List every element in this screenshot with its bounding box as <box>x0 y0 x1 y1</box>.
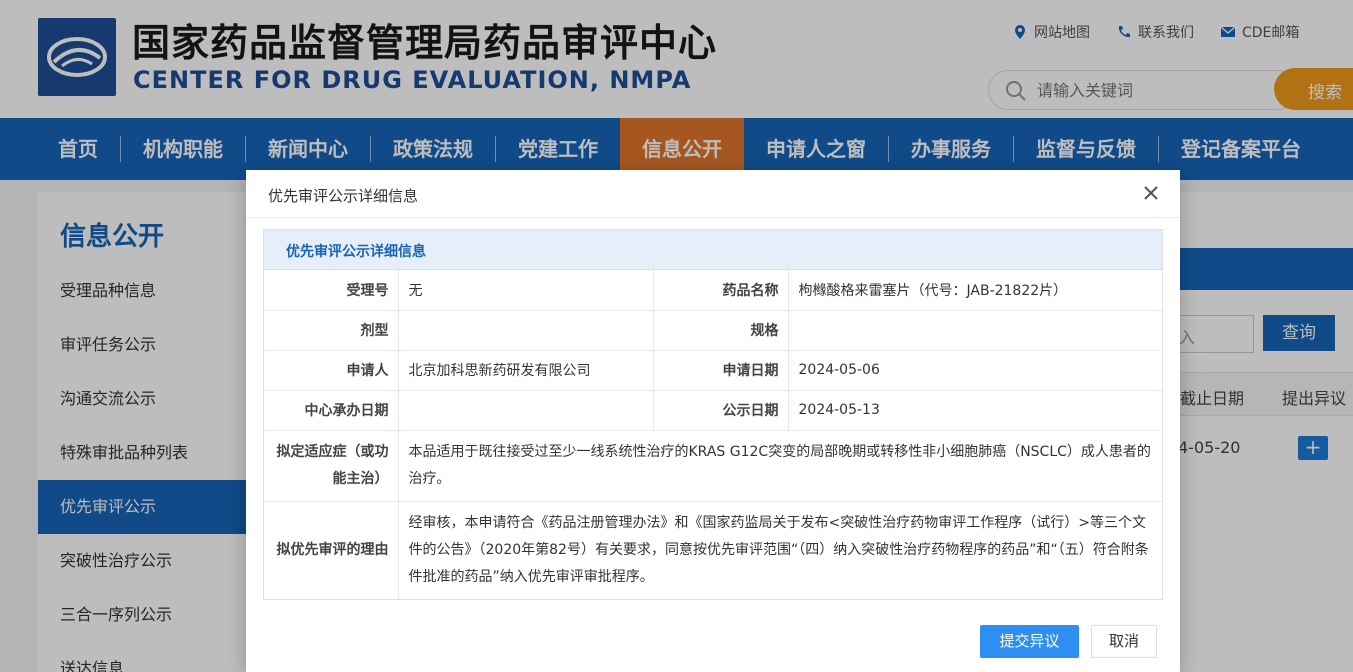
indication-value: 本品适用于既往接受过至少一线系统性治疗的KRAS G12C突变的局部晚期或转移性… <box>398 430 1162 502</box>
reason-value: 经审核，本申请符合《药品注册管理办法》和《国家药监局关于发布<突破性治疗药物审评… <box>408 514 1149 585</box>
dosage-value <box>398 310 654 351</box>
table-row: 拟定适应症（或功能主治） 本品适用于既往接受过至少一线系统性治疗的KRAS G1… <box>264 430 1162 502</box>
public-date-value: 2024-05-13 <box>788 390 1162 431</box>
indication-label: 拟定适应症（或功能主治） <box>264 430 399 502</box>
dialog-header: 优先审评公示详细信息 <box>246 170 1180 218</box>
spec-label: 规格 <box>653 310 789 351</box>
detail-panel: 优先审评公示详细信息 受理号 无 药品名称 枸橼酸格来雷塞片（代号：JAB-21… <box>263 229 1163 600</box>
apply-date-value: 2024-05-06 <box>788 350 1162 391</box>
drug-name-value: 枸橼酸格来雷塞片（代号：JAB-21822片） <box>788 270 1162 311</box>
reason-label: 拟优先审评的理由 <box>264 501 399 599</box>
close-icon[interactable] <box>1140 182 1162 204</box>
table-row: 剂型 规格 <box>264 310 1162 351</box>
cancel-button[interactable]: 取消 <box>1091 625 1157 658</box>
detail-section-title: 优先审评公示详细信息 <box>264 230 1162 270</box>
apply-date-label: 申请日期 <box>653 350 789 391</box>
table-row: 受理号 无 药品名称 枸橼酸格来雷塞片（代号：JAB-21822片） <box>264 270 1162 311</box>
submit-objection-button[interactable]: 提交异议 <box>980 625 1079 658</box>
dialog-title: 优先审评公示详细信息 <box>268 187 419 205</box>
dosage-label: 剂型 <box>264 310 399 351</box>
center-date-label: 中心承办日期 <box>264 390 399 431</box>
center-date-value <box>398 390 654 431</box>
table-row: 申请人 北京加科思新药研发有限公司 申请日期 2024-05-06 <box>264 350 1162 391</box>
accept-no-value: 无 <box>398 270 654 311</box>
public-date-label: 公示日期 <box>653 390 789 431</box>
table-row: 拟优先审评的理由 经审核，本申请符合《药品注册管理办法》和《国家药监局关于发布<… <box>264 501 1162 599</box>
drug-name-label: 药品名称 <box>653 270 789 311</box>
applicant-value: 北京加科思新药研发有限公司 <box>398 350 654 391</box>
spec-value <box>788 310 1162 351</box>
detail-dialog: 优先审评公示详细信息 优先审评公示详细信息 受理号 无 药品名称 枸橼酸格来雷塞… <box>246 170 1180 672</box>
accept-no-label: 受理号 <box>264 270 399 311</box>
applicant-label: 申请人 <box>264 350 399 391</box>
detail-table: 受理号 无 药品名称 枸橼酸格来雷塞片（代号：JAB-21822片） 剂型 规格… <box>264 270 1162 599</box>
table-row: 中心承办日期 公示日期 2024-05-13 <box>264 390 1162 431</box>
